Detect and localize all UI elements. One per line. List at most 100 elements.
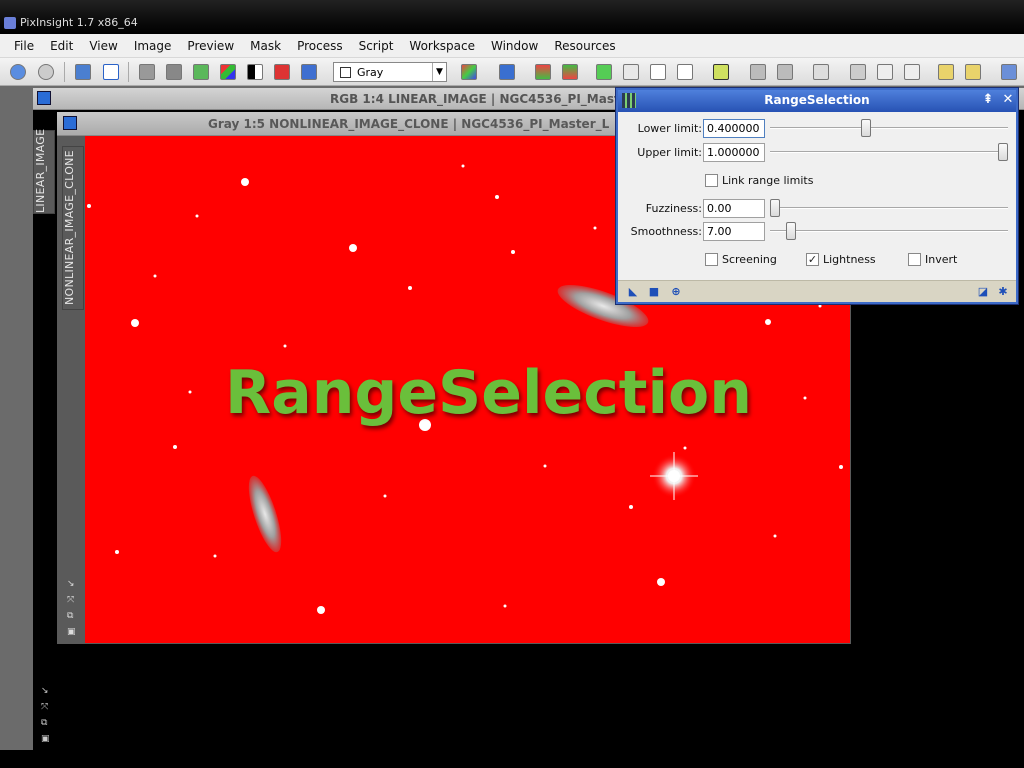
redo-icon[interactable]	[38, 64, 54, 80]
preview-icon[interactable]	[596, 64, 612, 80]
new-window-icon[interactable]	[103, 64, 119, 80]
dialog-title-bar[interactable]: RangeSelection ⇞ ✕	[618, 90, 1016, 112]
invert-checkbox[interactable]	[908, 253, 921, 266]
view-controls: ↘ ⤧ ⧉ ▣	[41, 683, 50, 747]
undo-icon[interactable]	[10, 64, 26, 80]
window-icon[interactable]	[37, 91, 51, 105]
lower-limit-slider[interactable]	[861, 119, 872, 137]
main-toolbar: Gray ▼	[0, 58, 1024, 86]
view-tab-nonlinear-image-clone[interactable]: NONLINEAR_IMAGE_CLONE	[62, 146, 84, 310]
restore-icon[interactable]: ⧉	[67, 608, 76, 624]
menu-image[interactable]: Image	[126, 34, 180, 58]
menu-mask[interactable]: Mask	[242, 34, 289, 58]
fit-icon[interactable]: ⤧	[41, 699, 50, 715]
select-icon[interactable]	[877, 64, 893, 80]
zoom-out-icon[interactable]	[166, 64, 182, 80]
window-title: Gray 1:5 NONLINEAR_IMAGE_CLONE | NGC4536…	[208, 117, 610, 131]
shrink-icon[interactable]: ↘	[67, 576, 76, 592]
screening-checkbox[interactable]	[705, 253, 718, 266]
link-range-label[interactable]: Link range limits	[722, 174, 813, 187]
range-selection-dialog[interactable]: RangeSelection ⇞ ✕ Lower limit: 0.400000…	[616, 88, 1018, 304]
info-icon[interactable]: ▣	[67, 624, 76, 640]
close-icon[interactable]: ✕	[1000, 92, 1016, 108]
settings-icon[interactable]	[1001, 64, 1017, 80]
window-icon[interactable]	[63, 116, 77, 130]
window-title: RGB 1:4 LINEAR_IMAGE | NGC4536_PI_Master	[330, 92, 634, 106]
new-preview-icon[interactable]	[650, 64, 666, 80]
fit-view-icon[interactable]	[193, 64, 209, 80]
chevron-down-icon[interactable]: ▼	[432, 63, 446, 81]
color-mode-label: Gray	[357, 65, 384, 79]
dock-left-icon[interactable]	[938, 64, 954, 80]
menu-preview[interactable]: Preview	[179, 34, 242, 58]
lightness-label[interactable]: Lightness	[823, 253, 876, 266]
view-controls: ↘ ⤧ ⧉ ▣	[67, 576, 76, 640]
reset-icon[interactable]: ✱	[996, 285, 1010, 299]
link-range-checkbox[interactable]	[705, 174, 718, 187]
app-title-bar: PixInsight 1.7 x86_64	[0, 0, 1024, 34]
menu-process[interactable]: Process	[289, 34, 351, 58]
menu-workspace[interactable]: Workspace	[401, 34, 483, 58]
overlay-title: RangeSelection	[225, 358, 752, 428]
print-icon[interactable]	[274, 64, 290, 80]
histogram-icon[interactable]	[247, 64, 263, 80]
menu-script[interactable]: Script	[351, 34, 402, 58]
lower-limit-field[interactable]: 0.400000	[703, 119, 765, 138]
fit-icon[interactable]: ⤧	[67, 592, 76, 608]
pan-icon[interactable]	[813, 64, 829, 80]
screenshot-icon[interactable]	[301, 64, 317, 80]
menu-edit[interactable]: Edit	[42, 34, 81, 58]
shrink-icon[interactable]: ↘	[41, 683, 50, 699]
info-icon[interactable]: ▣	[41, 731, 50, 747]
dialog-title: RangeSelection	[764, 93, 870, 107]
color-mode-select[interactable]: Gray ▼	[333, 62, 447, 82]
image-info-icon[interactable]	[75, 64, 91, 80]
lower-limit-slider-track[interactable]	[770, 127, 1008, 129]
drag-icon[interactable]	[850, 64, 866, 80]
smoothness-slider[interactable]	[785, 222, 796, 240]
browse-documentation-icon[interactable]: ◪	[976, 285, 990, 299]
menu-resources[interactable]: Resources	[546, 34, 623, 58]
lower-limit-label: Lower limit:	[637, 122, 702, 135]
upper-limit-slider[interactable]	[998, 143, 1008, 161]
lightness-checkbox[interactable]: ✓	[806, 253, 819, 266]
zoom-icon[interactable]	[777, 64, 793, 80]
dialog-footer: ◣ ■ ⊕ ◪ ✱	[618, 280, 1016, 302]
new-instance-icon[interactable]: ◣	[626, 285, 640, 299]
invert-label[interactable]: Invert	[925, 253, 957, 266]
mask-icon[interactable]	[623, 64, 639, 80]
blue-channel-icon[interactable]	[562, 64, 578, 80]
green-channel-icon[interactable]	[535, 64, 551, 80]
fuzziness-slider-track[interactable]	[770, 207, 1008, 209]
app-title: PixInsight 1.7 x86_64	[20, 16, 138, 29]
mask-overlay-icon[interactable]	[713, 64, 729, 80]
menu-window[interactable]: Window	[483, 34, 546, 58]
crop-icon[interactable]	[904, 64, 920, 80]
readout-icon[interactable]	[750, 64, 766, 80]
smoothness-slider-track[interactable]	[770, 230, 1008, 232]
bottom-strip	[0, 750, 1024, 768]
preview-select-icon[interactable]	[677, 64, 693, 80]
shade-icon[interactable]: ⇞	[980, 92, 996, 108]
fuzziness-label: Fuzziness:	[645, 202, 702, 215]
stf-icon[interactable]	[220, 64, 236, 80]
menu-view[interactable]: View	[81, 34, 125, 58]
restore-icon[interactable]: ⧉	[41, 715, 50, 731]
fuzziness-field[interactable]: 0.00	[703, 199, 765, 218]
upper-limit-slider-track[interactable]	[770, 151, 1008, 153]
view-tab-linear-image[interactable]: LINEAR_IMAGE	[33, 129, 55, 214]
rgb-channel-icon[interactable]	[461, 64, 477, 80]
zoom-in-icon[interactable]	[139, 64, 155, 80]
upper-limit-field[interactable]: 1.000000	[703, 143, 765, 162]
menu-bar: File Edit View Image Preview Mask Proces…	[0, 34, 1024, 58]
menu-file[interactable]: File	[6, 34, 42, 58]
red-channel-icon[interactable]	[499, 64, 515, 80]
smoothness-field[interactable]: 7.00	[703, 222, 765, 241]
upper-limit-label: Upper limit:	[637, 146, 702, 159]
screening-label[interactable]: Screening	[722, 253, 777, 266]
fuzziness-slider[interactable]	[770, 199, 780, 217]
apply-global-icon[interactable]: ■	[647, 285, 661, 299]
real-time-preview-icon[interactable]: ⊕	[669, 285, 683, 299]
dock-right-icon[interactable]	[965, 64, 981, 80]
pixinsight-logo-icon	[4, 17, 16, 29]
